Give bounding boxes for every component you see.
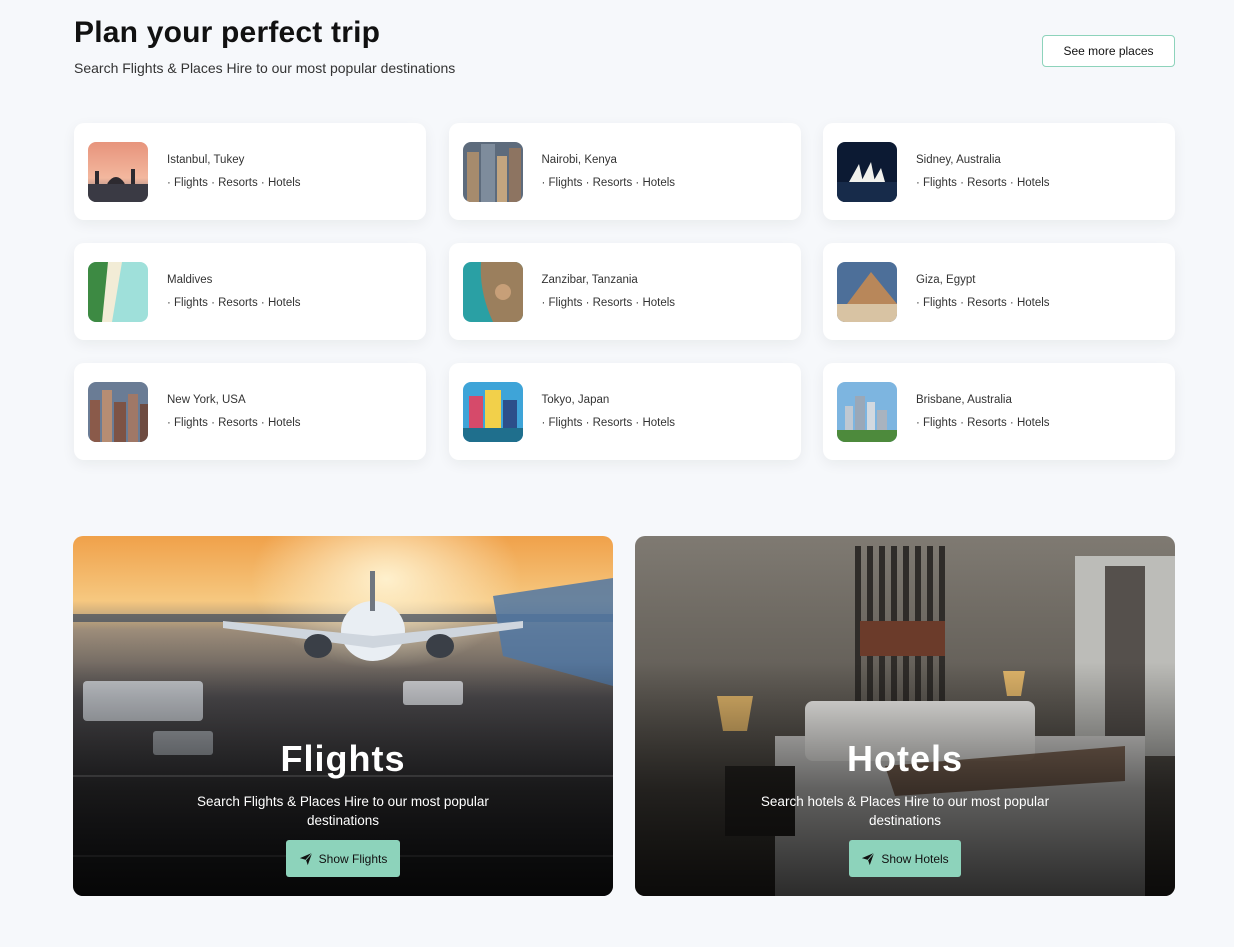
page-subtitle: Search Flights & Places Hire to our most… xyxy=(74,60,456,76)
destination-tags: · Flights · Resorts · Hotels xyxy=(167,297,301,309)
flights-title: Flights xyxy=(280,738,406,779)
destinations-grid: Istanbul, Tukey · Flights · Resorts · Ho… xyxy=(74,123,1175,460)
brisbane-image xyxy=(837,381,897,442)
destination-tags: · Flights · Resorts · Hotels xyxy=(167,417,301,429)
paper-plane-icon xyxy=(862,852,875,865)
sidney-image xyxy=(837,141,897,202)
see-more-places-button[interactable]: See more places xyxy=(1042,35,1175,67)
destination-card-maldives[interactable]: Maldives · Flights · Resorts · Hotels xyxy=(74,243,426,340)
paper-plane-icon xyxy=(299,852,313,865)
destination-name: Giza, Egypt xyxy=(916,274,976,286)
destination-card-zanzibar[interactable]: Zanzibar, Tanzania · Flights · Resorts ·… xyxy=(448,243,801,340)
destination-name: Sidney, Australia xyxy=(916,154,1001,166)
destination-card-istanbul[interactable]: Istanbul, Tukey · Flights · Resorts · Ho… xyxy=(74,123,426,220)
show-hotels-label: Show Hotels xyxy=(881,851,949,866)
destination-card-sidney[interactable]: Sidney, Australia · Flights · Resorts · … xyxy=(823,123,1175,220)
destination-tags: · Flights · Resorts · Hotels xyxy=(916,177,1050,189)
destination-card-tokyo[interactable]: Tokyo, Japan · Flights · Resorts · Hotel… xyxy=(448,363,801,460)
show-flights-button[interactable]: Show Flights xyxy=(286,840,400,877)
flights-description: Search Flights & Places Hire to our most… xyxy=(197,794,489,828)
destination-card-giza[interactable]: Giza, Egypt · Flights · Resorts · Hotels xyxy=(823,243,1175,340)
show-flights-label: Show Flights xyxy=(318,851,388,866)
destination-name: Maldives xyxy=(167,274,213,286)
hotels-description: Search hotels & Places Hire to our most … xyxy=(760,794,1050,828)
istanbul-image xyxy=(88,141,148,202)
destination-card-nairobi[interactable]: Nairobi, Kenya · Flights · Resorts · Hot… xyxy=(448,123,801,220)
destination-tags: · Flights · Resorts · Hotels xyxy=(916,417,1050,429)
destination-name: Istanbul, Tukey xyxy=(167,154,245,166)
destination-tags: · Flights · Resorts · Hotels xyxy=(541,177,676,189)
giza-image xyxy=(837,261,897,322)
destination-card-new-york[interactable]: New York, USA · Flights · Resorts · Hote… xyxy=(74,363,426,460)
destination-tags: · Flights · Resorts · Hotels xyxy=(541,297,676,309)
destination-name: Tokyo, Japan xyxy=(541,394,610,406)
zanzibar-image xyxy=(462,261,523,322)
page-title: Plan your perfect trip xyxy=(74,16,381,49)
destination-tags: · Flights · Resorts · Hotels xyxy=(916,297,1050,309)
new-york-image xyxy=(88,381,148,442)
nairobi-image xyxy=(462,141,523,202)
tokyo-image xyxy=(462,381,523,442)
hotels-promo-card: Hotels Search hotels & Places Hire to ou… xyxy=(635,536,1175,896)
destination-card-brisbane[interactable]: Brisbane, Australia · Flights · Resorts … xyxy=(823,363,1175,460)
destination-tags: · Flights · Resorts · Hotels xyxy=(167,177,301,189)
hotels-title: Hotels xyxy=(846,738,964,779)
destination-tags: · Flights · Resorts · Hotels xyxy=(541,417,676,429)
maldives-image xyxy=(88,261,148,322)
flights-promo-card: Flights Search Flights & Places Hire to … xyxy=(73,536,613,896)
destination-name: Zanzibar, Tanzania xyxy=(541,274,638,286)
destination-name: Nairobi, Kenya xyxy=(541,154,617,166)
show-hotels-button[interactable]: Show Hotels xyxy=(849,840,961,877)
destination-name: Brisbane, Australia xyxy=(916,394,1012,406)
destination-name: New York, USA xyxy=(167,394,246,406)
